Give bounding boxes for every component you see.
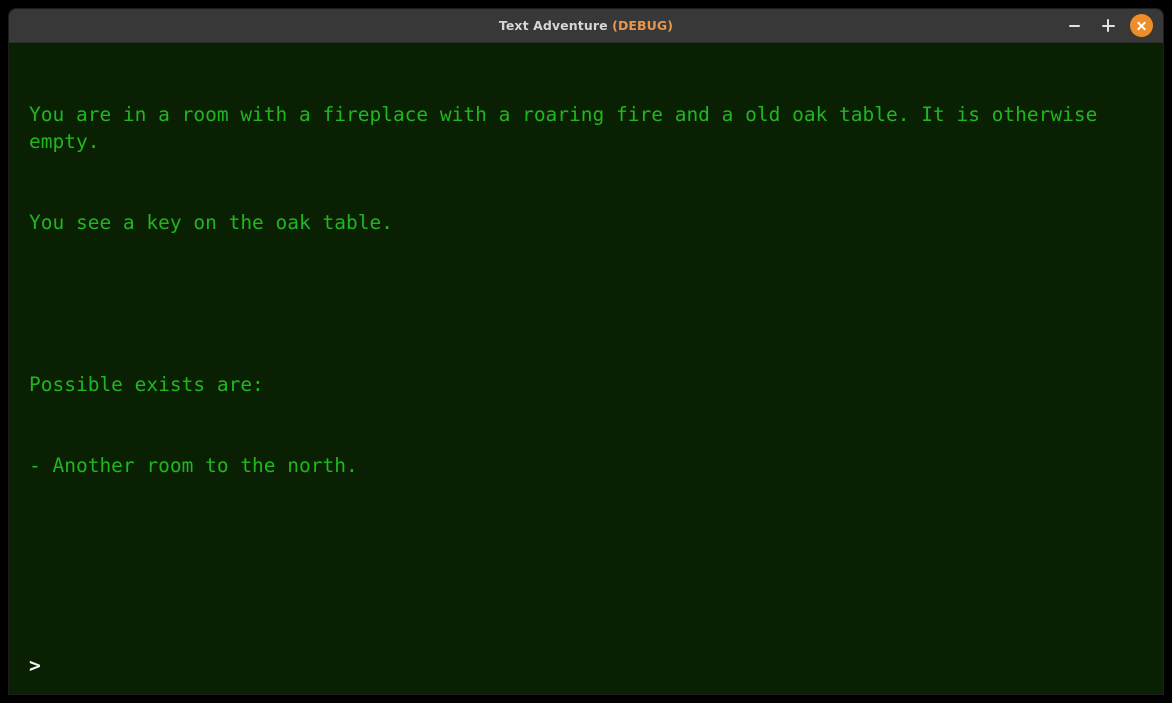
terminal-line: Possible exists are: [29, 373, 264, 396]
maximize-button[interactable] [1096, 14, 1120, 38]
close-icon [1136, 20, 1147, 31]
terminal-output: You are in a room with a fireplace with … [29, 47, 1155, 533]
maximize-icon [1101, 19, 1115, 32]
window-title-main: Text Adventure [498, 18, 613, 33]
terminal-line: You are in a room with a fireplace with … [29, 103, 1110, 153]
close-button[interactable] [1130, 14, 1153, 37]
window-controls [1062, 9, 1153, 42]
text-adventure-window: Text Adventure (DEBUG) You are in a room… [9, 9, 1163, 694]
terminal-line: You see a key on the oak table. [29, 211, 393, 234]
command-input[interactable] [44, 655, 1045, 677]
desktop-background: Text Adventure (DEBUG) You are in a room… [0, 0, 1172, 703]
prompt-chevron-icon: > [29, 654, 41, 677]
minimize-icon [1068, 24, 1080, 27]
command-prompt-row: > [29, 655, 1045, 677]
terminal-line: - Another room to the north. [29, 454, 358, 477]
terminal-area[interactable]: You are in a room with a fireplace with … [9, 43, 1163, 694]
window-titlebar[interactable]: Text Adventure (DEBUG) [9, 9, 1163, 43]
window-title-debug: (DEBUG) [612, 18, 674, 33]
minimize-button[interactable] [1062, 14, 1086, 38]
window-title: Text Adventure (DEBUG) [499, 18, 673, 33]
